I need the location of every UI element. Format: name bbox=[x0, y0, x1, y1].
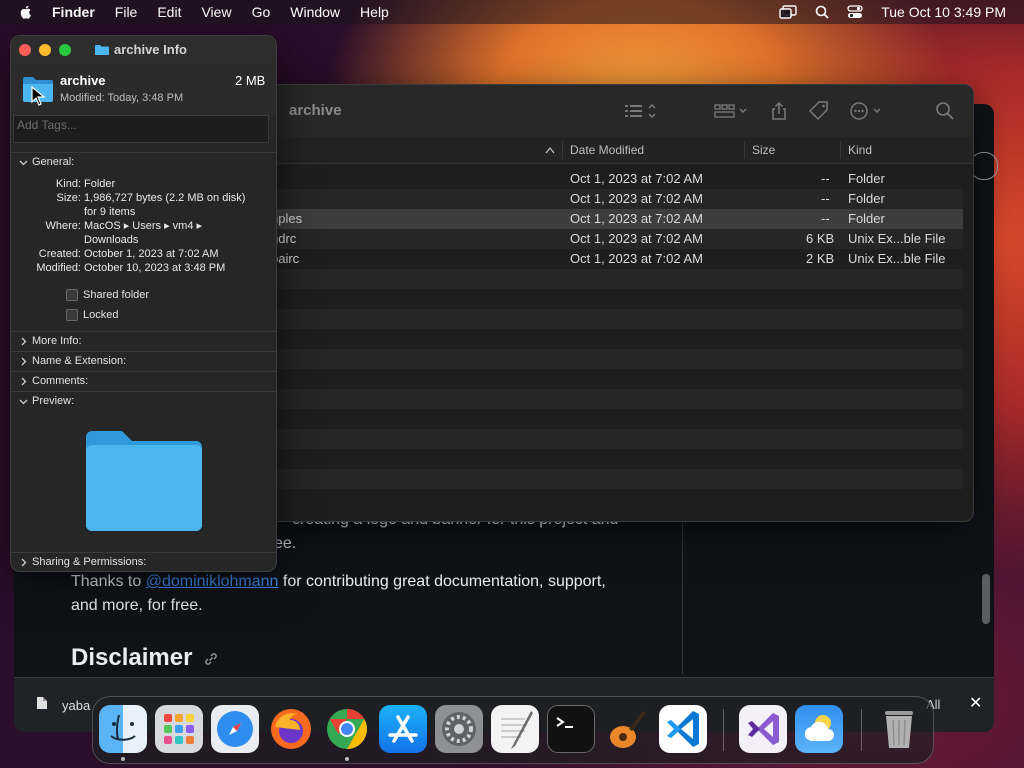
close-download-bar-icon[interactable]: ✕ bbox=[969, 693, 982, 713]
group-by-icon[interactable] bbox=[713, 101, 749, 121]
empty-row bbox=[263, 409, 963, 429]
control-center-icon[interactable] bbox=[847, 5, 863, 19]
readme-line-2: ee. bbox=[274, 535, 297, 552]
firefox-app-icon[interactable] bbox=[267, 705, 315, 753]
section-name-extension[interactable]: Name & Extension: bbox=[19, 355, 126, 367]
safari-app-icon[interactable] bbox=[211, 705, 259, 753]
empty-row bbox=[263, 429, 963, 449]
search-icon[interactable] bbox=[935, 101, 955, 121]
section-preview[interactable]: Preview: bbox=[19, 395, 74, 407]
chevron-right-icon bbox=[21, 357, 27, 365]
table-row[interactable]: nples Oct 1, 2023 at 7:02 AM -- Folder bbox=[263, 209, 963, 229]
contributor-link[interactable]: @dominiklohmann bbox=[146, 573, 279, 590]
finder-file-list: Oct 1, 2023 at 7:02 AM -- Folder Oct 1, … bbox=[263, 169, 963, 509]
scroll-button[interactable] bbox=[970, 152, 998, 180]
visual-studio-app-icon[interactable] bbox=[739, 705, 787, 753]
apple-icon[interactable] bbox=[18, 4, 34, 20]
empty-row bbox=[263, 269, 963, 289]
empty-row bbox=[263, 469, 963, 489]
empty-row bbox=[263, 349, 963, 369]
column-date-modified[interactable]: Date Modified bbox=[570, 143, 644, 157]
screen-mirroring-icon[interactable] bbox=[779, 5, 797, 19]
trash-app-icon[interactable] bbox=[875, 705, 923, 753]
launchpad-app-icon[interactable] bbox=[155, 705, 203, 753]
close-window-button[interactable] bbox=[19, 44, 31, 56]
finder-toolbar: archive bbox=[263, 85, 973, 138]
empty-row bbox=[263, 389, 963, 409]
share-icon[interactable] bbox=[769, 101, 789, 121]
section-more-info[interactable]: More Info: bbox=[19, 335, 82, 347]
finder-column-header: e Date Modified Size Kind bbox=[263, 137, 973, 164]
menu-file[interactable]: File bbox=[115, 4, 138, 20]
empty-row bbox=[263, 489, 963, 509]
tag-icon[interactable] bbox=[808, 101, 830, 121]
locked-checkbox[interactable]: Locked bbox=[66, 309, 118, 321]
chevron-right-icon bbox=[21, 337, 27, 345]
section-general[interactable]: General: bbox=[19, 156, 74, 168]
item-size: 2 MB bbox=[235, 73, 266, 88]
list-view-icon[interactable] bbox=[623, 101, 659, 121]
menu-help[interactable]: Help bbox=[360, 4, 389, 20]
item-modified: Modified: Today, 3:48 PM bbox=[60, 92, 184, 104]
browser-scrollbar[interactable] bbox=[982, 574, 990, 624]
empty-row bbox=[263, 369, 963, 389]
column-kind[interactable]: Kind bbox=[848, 143, 872, 157]
sort-ascending-icon[interactable] bbox=[545, 146, 555, 154]
menu-finder[interactable]: Finder bbox=[52, 4, 95, 20]
menu-window[interactable]: Window bbox=[290, 4, 340, 20]
file-icon bbox=[37, 697, 47, 709]
info-window-title: archive Info bbox=[95, 42, 187, 57]
section-comments[interactable]: Comments: bbox=[19, 375, 88, 387]
download-file-name[interactable]: yaba bbox=[62, 698, 90, 713]
finder-window: archive e Date Modified Size Kind Oct 1,… bbox=[262, 84, 974, 522]
finder-app-icon[interactable] bbox=[99, 705, 147, 753]
chevron-right-icon bbox=[21, 558, 27, 566]
get-info-window: archive Info archive 2 MB Modified: Toda… bbox=[10, 35, 277, 572]
item-name: archive bbox=[60, 73, 106, 88]
folder-preview-icon bbox=[86, 431, 202, 531]
table-row[interactable]: Oct 1, 2023 at 7:02 AM -- Folder bbox=[263, 189, 963, 209]
zoom-window-button[interactable] bbox=[59, 44, 71, 56]
table-row[interactable]: hdrc Oct 1, 2023 at 7:02 AM 6 KB Unix Ex… bbox=[263, 229, 963, 249]
app-store-app-icon[interactable] bbox=[379, 705, 427, 753]
system-settings-app-icon[interactable] bbox=[435, 705, 483, 753]
shared-folder-checkbox[interactable]: Shared folder bbox=[66, 289, 149, 301]
vscode-app-icon[interactable] bbox=[659, 705, 707, 753]
more-actions-icon[interactable] bbox=[849, 101, 885, 121]
weather-app-icon[interactable] bbox=[795, 705, 843, 753]
column-size[interactable]: Size bbox=[752, 143, 775, 157]
anchor-link-icon[interactable] bbox=[203, 651, 219, 667]
readme-thanks-line-2: and more, for free. bbox=[71, 597, 203, 614]
textedit-app-icon[interactable] bbox=[491, 705, 539, 753]
table-row[interactable]: bairc Oct 1, 2023 at 7:02 AM 2 KB Unix E… bbox=[263, 249, 963, 269]
empty-row bbox=[263, 309, 963, 329]
mouse-cursor-icon bbox=[31, 86, 45, 106]
chrome-app-icon[interactable] bbox=[323, 705, 371, 753]
tags-input[interactable]: Add Tags... bbox=[13, 115, 269, 143]
menu-edit[interactable]: Edit bbox=[157, 4, 181, 20]
menu-go[interactable]: Go bbox=[252, 4, 271, 20]
dock bbox=[92, 696, 934, 764]
finder-title: archive bbox=[289, 102, 342, 119]
minimize-window-button[interactable] bbox=[39, 44, 51, 56]
section-sharing-permissions[interactable]: Sharing & Permissions: bbox=[19, 556, 146, 568]
chevron-down-icon bbox=[19, 160, 28, 165]
garageband-app-icon[interactable] bbox=[603, 705, 651, 753]
spotlight-search-icon[interactable] bbox=[815, 5, 829, 19]
table-row[interactable]: Oct 1, 2023 at 7:02 AM -- Folder bbox=[263, 169, 963, 189]
empty-row bbox=[263, 449, 963, 469]
empty-row bbox=[263, 289, 963, 309]
chevron-right-icon bbox=[21, 377, 27, 385]
disclaimer-heading: Disclaimer bbox=[71, 644, 219, 672]
menu-bar: Finder File Edit View Go Window Help Tue… bbox=[0, 0, 1024, 24]
empty-row bbox=[263, 329, 963, 349]
info-titlebar: archive Info bbox=[11, 36, 276, 63]
readme-thanks: Thanks to @dominiklohmann for contributi… bbox=[71, 573, 606, 590]
menu-view[interactable]: View bbox=[201, 4, 231, 20]
menu-clock[interactable]: Tue Oct 10 3:49 PM bbox=[881, 4, 1006, 20]
terminal-app-icon[interactable] bbox=[547, 705, 595, 753]
chevron-down-icon bbox=[19, 399, 28, 404]
folder-icon bbox=[95, 44, 109, 55]
